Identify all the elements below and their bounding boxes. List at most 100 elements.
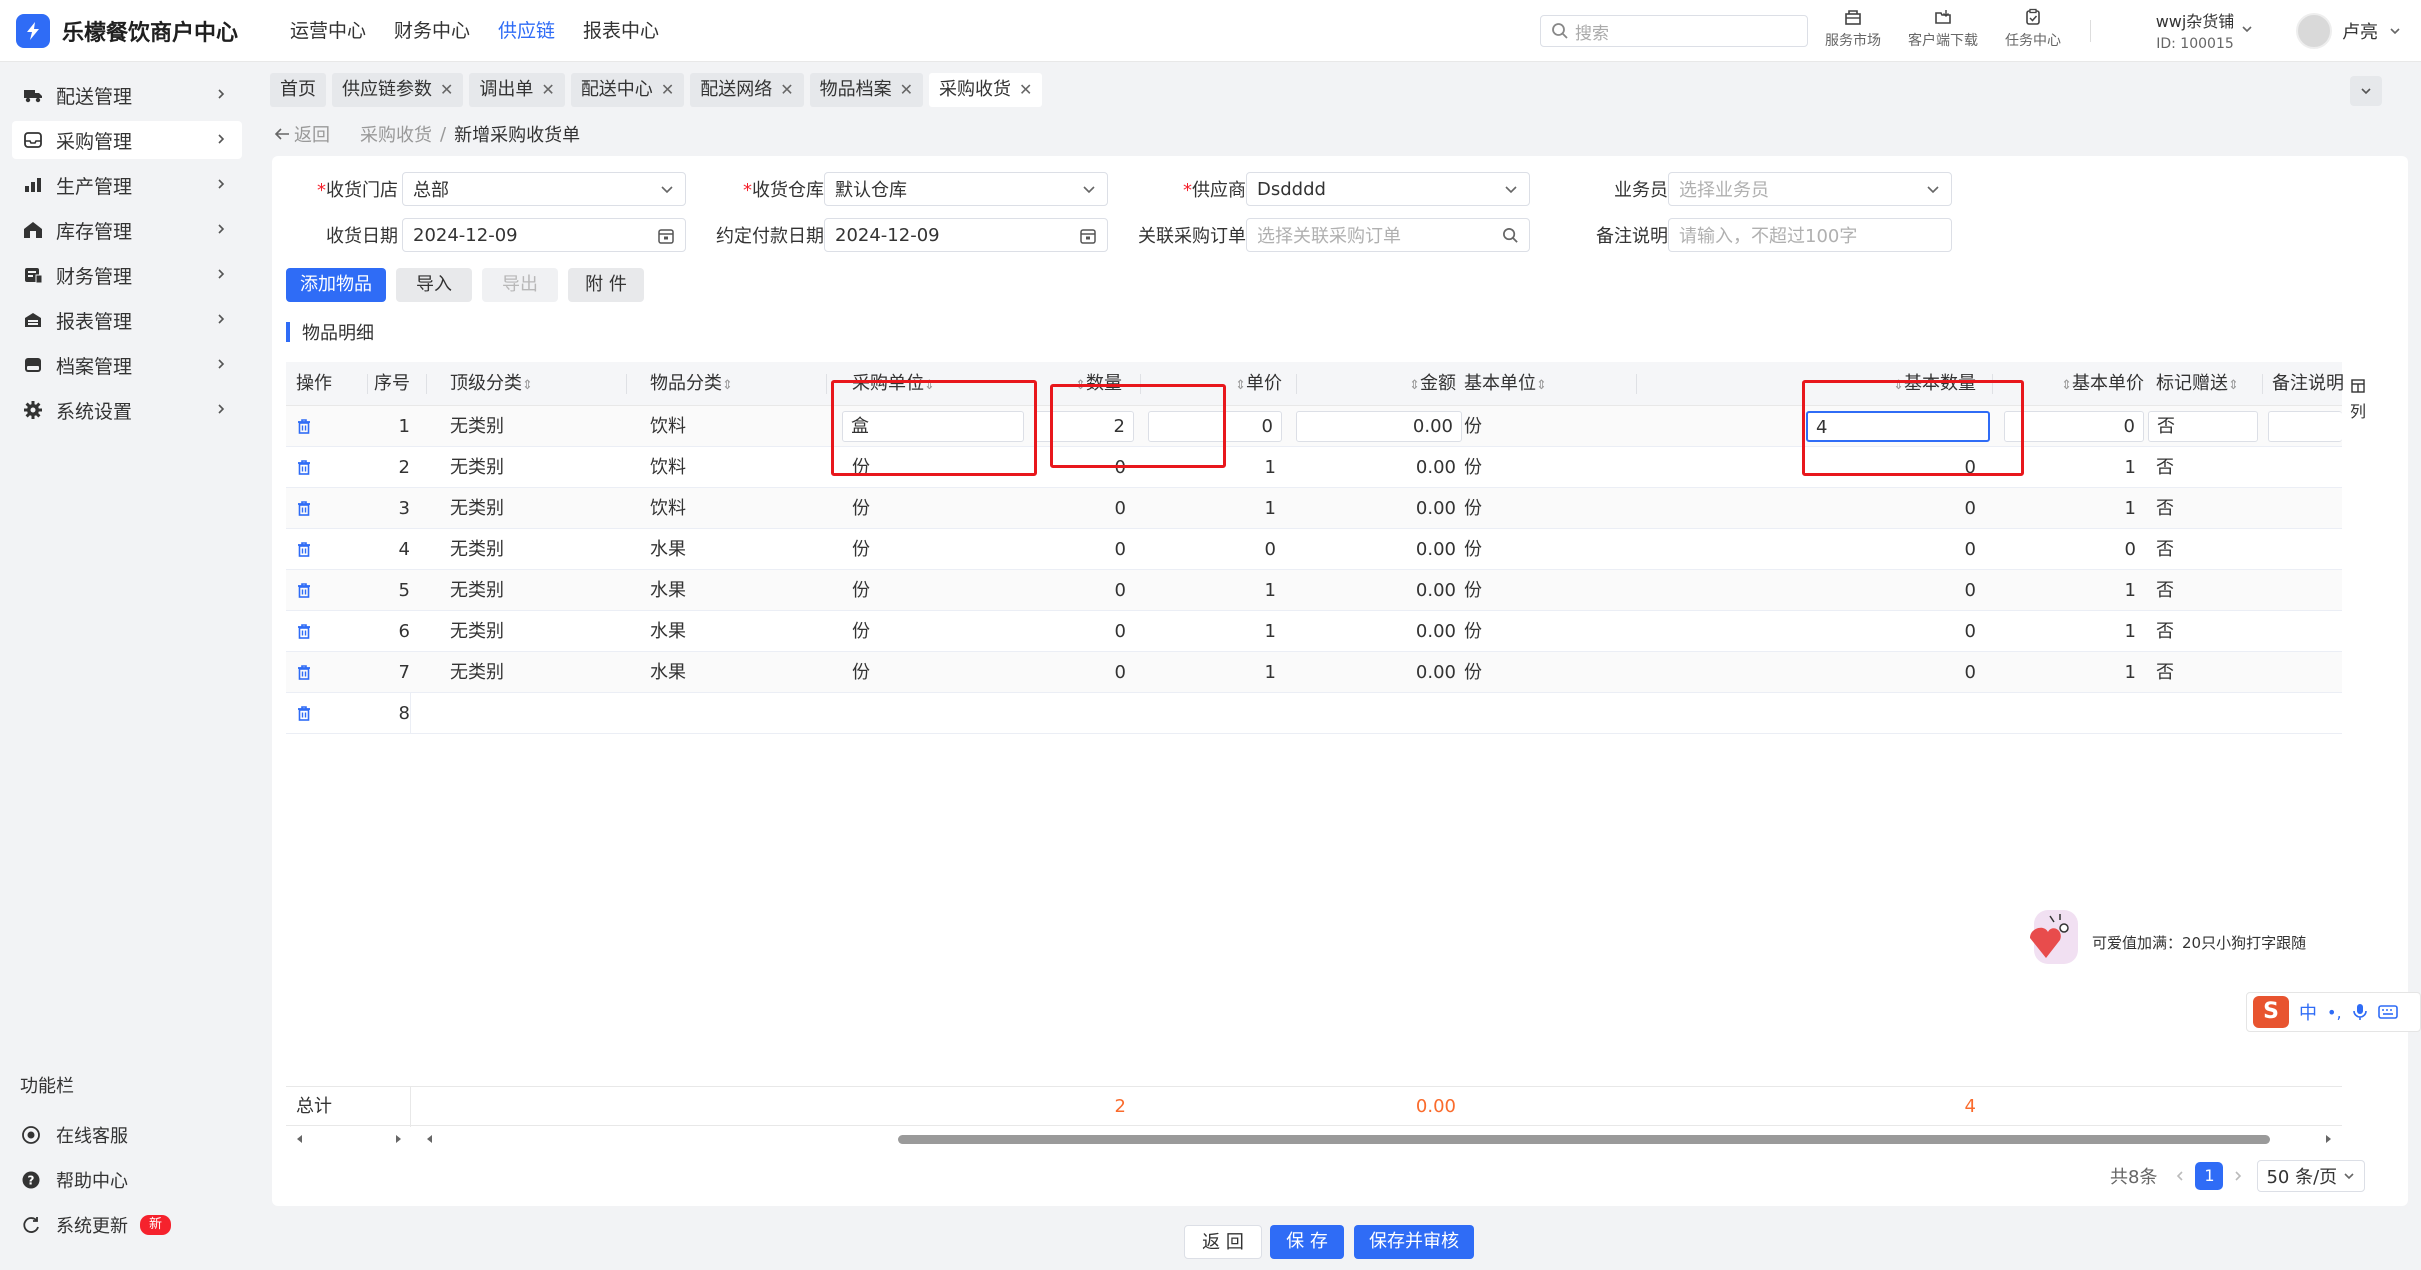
cell-purchase-unit[interactable]: 份 (852, 611, 1002, 652)
cell-purchase-unit[interactable]: 份 (852, 529, 1002, 570)
top-nav-reports[interactable]: 报表中心 (569, 0, 673, 62)
cell-amount[interactable]: 0.00 (1336, 652, 1456, 693)
cell-base-quantity[interactable]: 0 (1846, 488, 1976, 529)
delete-icon[interactable] (295, 704, 313, 722)
tab-purchase-receive[interactable]: 采购收货 ✕ (929, 73, 1043, 107)
cell-base-price[interactable]: 0 (2036, 529, 2136, 570)
cell-gift[interactable]: 否 (2156, 488, 2236, 529)
scroll-right-icon[interactable] (392, 1133, 404, 1145)
tool-task-center[interactable]: 任务中心 (1988, 8, 2078, 50)
cell-base-price[interactable]: 1 (2036, 570, 2136, 611)
tab-supply-params[interactable]: 供应链参数 ✕ (332, 73, 464, 107)
global-search-input[interactable]: 搜索 (1540, 15, 1808, 47)
cell-base-quantity[interactable]: 0 (1846, 652, 1976, 693)
receive-store-select[interactable]: 总部 (402, 172, 686, 206)
base-price-input[interactable]: 0 (2004, 411, 2144, 442)
sidebar-help-center[interactable]: ? 帮助中心 (20, 1165, 128, 1195)
sidebar-online-support[interactable]: 在线客服 (20, 1120, 128, 1150)
amount-input[interactable]: 0.00 (1296, 411, 1462, 442)
tool-client-download[interactable]: 客户端下载 (1898, 8, 1988, 50)
tab-transfer-out[interactable]: 调出单 ✕ (469, 73, 565, 107)
delete-icon[interactable] (295, 663, 313, 681)
sidebar-item-inventory[interactable]: 库存管理 (12, 211, 242, 249)
ime-punct[interactable]: •, (2327, 1003, 2342, 1022)
cell-purchase-unit[interactable]: 份 (852, 488, 1002, 529)
tab-delivery-network[interactable]: 配送网络 ✕ (690, 73, 804, 107)
keyboard-icon[interactable] (2377, 1004, 2398, 1020)
delete-icon[interactable] (295, 581, 313, 599)
back-button[interactable]: 返 回 (1184, 1225, 1262, 1259)
scroll-left-icon[interactable] (294, 1133, 306, 1145)
cell-amount[interactable]: 0.00 (1336, 529, 1456, 570)
remark-cell-input[interactable] (2268, 411, 2342, 442)
th-category[interactable]: 物品分类⇕ (650, 362, 770, 406)
delete-icon[interactable] (295, 540, 313, 558)
cell-unit-price[interactable]: 1 (1166, 488, 1276, 529)
mascot-sticker-icon[interactable] (2020, 908, 2090, 966)
cell-base-quantity[interactable]: 0 (1846, 611, 1976, 652)
scroll-left-icon[interactable] (424, 1133, 436, 1145)
back-link[interactable]: 返回 (274, 121, 330, 147)
cell-base-quantity[interactable]: 0 (1846, 570, 1976, 611)
microphone-icon[interactable] (2352, 1003, 2368, 1021)
cell-unit-price[interactable]: 1 (1166, 570, 1276, 611)
delete-icon[interactable] (295, 458, 313, 476)
sidebar-item-settings[interactable]: 系统设置 (12, 391, 242, 429)
add-item-button[interactable]: 添加物品 (286, 268, 386, 302)
sidebar-item-archive[interactable]: 档案管理 (12, 346, 242, 384)
delete-icon[interactable] (295, 417, 313, 435)
cell-base-quantity[interactable]: 0 (1846, 529, 1976, 570)
cell-quantity[interactable]: 0 (1006, 611, 1126, 652)
attachment-button[interactable]: 附 件 (568, 268, 644, 302)
cell-quantity[interactable]: 0 (1006, 529, 1126, 570)
cell-unit-price[interactable]: 0 (1166, 529, 1276, 570)
close-icon[interactable]: ✕ (661, 73, 674, 107)
cell-quantity[interactable]: 0 (1006, 570, 1126, 611)
cell-quantity[interactable]: 0 (1006, 488, 1126, 529)
sidebar-item-delivery[interactable]: 配送管理 (12, 76, 242, 114)
cell-unit-price[interactable]: 1 (1166, 652, 1276, 693)
cell-unit-price[interactable]: 1 (1166, 611, 1276, 652)
th-top-category[interactable]: 顶级分类⇕ (450, 362, 570, 406)
save-and-audit-button[interactable]: 保存并审核 (1354, 1225, 1474, 1259)
prev-page-icon[interactable] (2173, 1169, 2187, 1183)
cell-gift[interactable]: 否 (2156, 570, 2236, 611)
th-amount[interactable]: ⇕金额 (1346, 362, 1456, 406)
scrollbar-thumb[interactable] (898, 1135, 2270, 1144)
close-icon[interactable]: ✕ (900, 73, 913, 107)
cell-gift[interactable]: 否 (2156, 652, 2236, 693)
sidebar-item-production[interactable]: 生产管理 (12, 166, 242, 204)
supplier-select[interactable]: Dsdddd (1246, 172, 1530, 206)
ime-toolbar[interactable]: S 中 •, (2246, 992, 2421, 1032)
tool-service-market[interactable]: 服务市场 (1808, 8, 1898, 50)
ime-mode[interactable]: 中 (2299, 999, 2317, 1025)
cell-quantity[interactable]: 0 (1006, 652, 1126, 693)
sidebar-item-purchase[interactable]: 采购管理 (12, 121, 242, 159)
receive-warehouse-select[interactable]: 默认仓库 (824, 172, 1108, 206)
column-settings-button[interactable]: 列 (2346, 378, 2370, 422)
logo[interactable]: 乐檬餐饮商户中心 (16, 14, 238, 48)
related-order-input[interactable]: 选择关联采购订单 (1246, 218, 1530, 252)
cell-base-price[interactable]: 1 (2036, 652, 2136, 693)
cell-purchase-unit[interactable]: 份 (852, 652, 1002, 693)
user-menu[interactable]: 卢亮 (2296, 13, 2402, 49)
remark-input[interactable]: 请输入，不超过100字 (1668, 218, 1952, 252)
cell-purchase-unit[interactable]: 份 (852, 570, 1002, 611)
receive-date-picker[interactable]: 2024-12-09 (402, 218, 686, 252)
tabs-dropdown-button[interactable] (2350, 76, 2382, 106)
cell-amount[interactable]: 0.00 (1336, 570, 1456, 611)
cell-base-price[interactable]: 1 (2036, 611, 2136, 652)
delete-icon[interactable] (295, 499, 313, 517)
gift-select[interactable]: 否 (2148, 411, 2258, 442)
close-icon[interactable]: ✕ (440, 73, 453, 107)
cell-gift[interactable]: 否 (2156, 447, 2236, 488)
page-size-select[interactable]: 50 条/页 (2257, 1160, 2366, 1192)
save-button[interactable]: 保 存 (1270, 1225, 1344, 1259)
sidebar-item-reports[interactable]: 报表管理 (12, 301, 242, 339)
scroll-right-icon[interactable] (2322, 1133, 2334, 1145)
tab-item-archive[interactable]: 物品档案 ✕ (809, 73, 924, 107)
breadcrumb-parent[interactable]: 采购收货 (360, 121, 432, 147)
cell-gift[interactable]: 否 (2156, 529, 2236, 570)
th-gift[interactable]: 标记赠送⇕ (2156, 362, 2256, 406)
horizontal-scrollbar[interactable] (286, 1128, 2342, 1150)
